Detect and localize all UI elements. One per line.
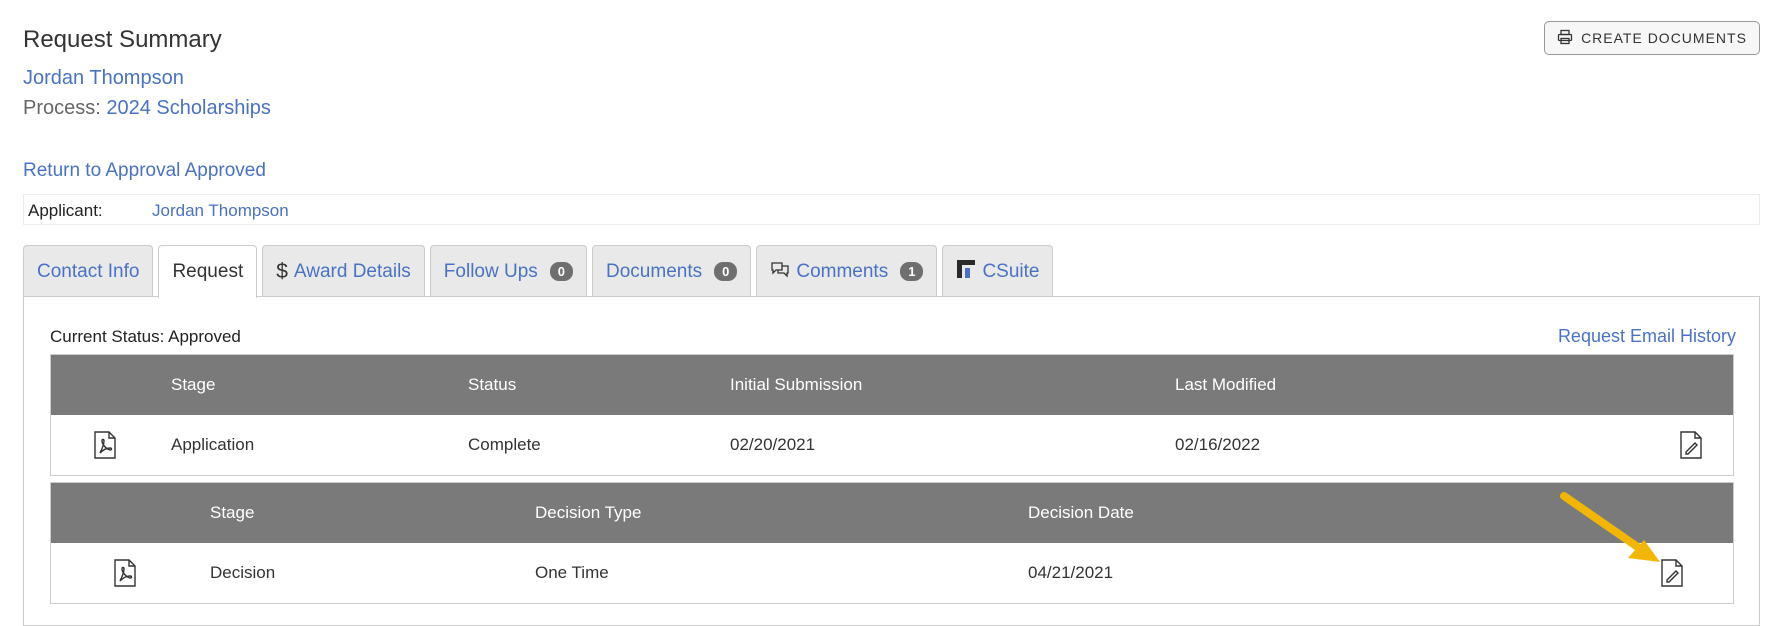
- applicant-name-link[interactable]: Jordan Thompson: [152, 201, 289, 221]
- decision-date-cell: 04/21/2021: [1028, 563, 1114, 582]
- table-row: Application Complete 02/20/2021 02/16/20…: [51, 415, 1733, 475]
- stage-cell: Application: [171, 435, 255, 454]
- column-header: Stage: [171, 375, 216, 394]
- tab-label: Follow Ups: [443, 260, 538, 282]
- count-badge: 0: [549, 262, 574, 281]
- column-header: Initial Submission: [730, 375, 863, 394]
- process-link[interactable]: 2024 Scholarships: [106, 97, 271, 119]
- count-badge: 0: [714, 262, 738, 281]
- return-link[interactable]: Return to Approval Approved: [23, 160, 266, 182]
- page-title: Request Summary: [23, 26, 222, 53]
- applicant-row: Applicant: Jordan Thompson: [23, 194, 1760, 225]
- column-header: Decision Type: [535, 503, 642, 522]
- stages-table: Stage Status Initial Submission Last Mod…: [50, 354, 1734, 476]
- edit-document-icon[interactable]: [1679, 431, 1705, 459]
- tab-bar: Contact Info Request $ Award Details Fol…: [23, 245, 1054, 298]
- dollar-icon: $: [276, 259, 288, 283]
- request-email-history-link[interactable]: Request Email History: [1558, 326, 1736, 347]
- column-header: Decision Date: [1028, 503, 1134, 522]
- applicant-label: Applicant:: [28, 201, 103, 220]
- student-name-link[interactable]: Jordan Thompson: [23, 67, 184, 90]
- tab-label: Contact Info: [37, 260, 140, 282]
- tab-csuite[interactable]: CSuite: [942, 245, 1054, 297]
- pdf-icon[interactable]: [113, 559, 139, 587]
- tab-contact-info[interactable]: Contact Info: [23, 245, 154, 297]
- column-header: Stage: [210, 503, 255, 522]
- comments-icon: [770, 260, 790, 284]
- create-documents-button[interactable]: CREATE DOCUMENTS: [1544, 21, 1760, 55]
- pdf-icon[interactable]: [93, 431, 119, 459]
- csuite-logo-icon: [956, 259, 976, 285]
- tab-request[interactable]: Request: [158, 245, 258, 298]
- table-header: Stage Status Initial Submission Last Mod…: [51, 355, 1733, 415]
- tab-documents[interactable]: Documents 0: [592, 245, 752, 297]
- tab-label: Comments: [796, 260, 889, 282]
- column-header: Last Modified: [1175, 375, 1277, 394]
- last-modified-cell: 02/16/2022: [1175, 435, 1261, 454]
- tab-comments[interactable]: Comments 1: [756, 245, 938, 297]
- request-panel: Current Status: Approved Request Email H…: [23, 296, 1760, 626]
- column-header: Status: [468, 375, 517, 394]
- tab-label: CSuite: [982, 260, 1040, 282]
- count-badge: 1: [900, 262, 924, 281]
- tab-follow-ups[interactable]: Follow Ups 0: [429, 245, 588, 297]
- tab-label: Request: [172, 261, 244, 282]
- process-line: Process: 2024 Scholarships: [23, 97, 271, 120]
- status-cell: Complete: [468, 435, 541, 454]
- tab-award-details[interactable]: $ Award Details: [262, 245, 425, 297]
- decision-type-cell: One Time: [535, 563, 609, 582]
- process-label: Process:: [23, 97, 101, 119]
- current-status: Current Status: Approved: [50, 327, 241, 346]
- table-header: Stage Decision Type Decision Date: [51, 483, 1733, 543]
- create-documents-label: CREATE DOCUMENTS: [1581, 30, 1747, 46]
- stage-cell: Decision: [210, 563, 276, 582]
- table-row: Decision One Time 04/21/2021: [51, 543, 1733, 603]
- printer-icon: [1557, 29, 1573, 48]
- tab-label: Award Details: [293, 260, 411, 282]
- initial-submission-cell: 02/20/2021: [730, 435, 816, 454]
- tab-label: Documents: [606, 260, 703, 282]
- annotation-arrow-icon: [1560, 492, 1660, 562]
- decision-table: Stage Decision Type Decision Date Decisi…: [50, 482, 1734, 604]
